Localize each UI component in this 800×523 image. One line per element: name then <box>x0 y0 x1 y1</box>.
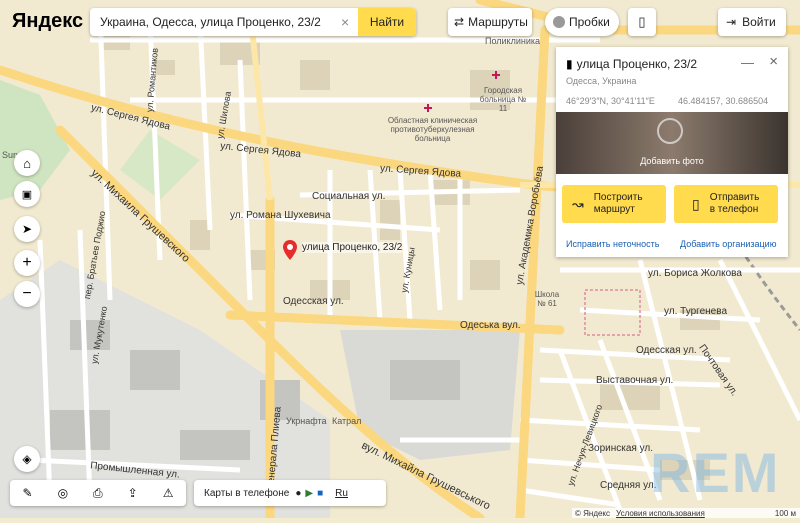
search-button[interactable]: Найти <box>358 8 416 36</box>
phone-icon: ▯ <box>692 195 700 212</box>
location-marker[interactable] <box>283 240 297 265</box>
minimize-icon[interactable]: — <box>741 55 754 70</box>
street-label: Одесская ул. <box>283 296 344 307</box>
tools-bar: ✎ ◎ ⎙ ⇪ ⚠ <box>10 480 186 506</box>
footer: © Яндекс Условия использования 100 м <box>572 508 800 518</box>
login-label: Войти <box>742 15 776 29</box>
mobile-apps-bar[interactable]: Карты в телефоне ● ▶ ■ Ru <box>194 480 386 506</box>
add-organization-link[interactable]: Добавить организацию <box>680 239 776 249</box>
street-label: Социальная ул. <box>312 191 386 202</box>
fix-inaccuracy-link[interactable]: Исправить неточность <box>566 239 659 249</box>
home-button[interactable]: ⌂ <box>14 150 40 176</box>
traffic-light-icon <box>553 16 565 28</box>
route-btn-line2: маршрут <box>593 204 635 215</box>
route-icon: ⇄ <box>454 15 465 29</box>
login-button[interactable]: ⇥ Войти <box>718 8 786 36</box>
poi-label[interactable]: Школа № 61 <box>532 290 562 308</box>
route-btn-text: Построить маршрут <box>594 192 643 216</box>
watermark: REM <box>650 441 781 504</box>
marker-pin-icon <box>283 240 297 260</box>
bag-button[interactable]: ▣ <box>14 181 40 207</box>
card-title: улица Проценко, 23/2 <box>576 57 698 71</box>
geolocation-button[interactable]: ➤ <box>14 216 40 242</box>
ruler-icon[interactable]: ✎ <box>23 486 33 500</box>
scale-label: 100 м <box>774 508 796 518</box>
send-to-phone-button[interactable]: ▯ Отправить в телефон <box>674 185 778 223</box>
marker-label: улица Проценко, 23/2 <box>302 242 403 253</box>
poi-label[interactable]: Городская больница № 11 <box>478 86 528 113</box>
traffic-button[interactable]: Пробки <box>545 8 619 36</box>
language-switch[interactable]: Ru <box>335 488 348 499</box>
photo-area[interactable]: Добавить фото <box>556 112 788 174</box>
location-arrow-icon: ➤ <box>21 222 33 236</box>
street-label: Выставочная ул. <box>596 375 674 386</box>
poi-label[interactable]: Укрнафта <box>286 416 326 426</box>
place-card: ▮ улица Проценко, 23/2 — × Одесса, Украи… <box>556 47 788 257</box>
coords-dms[interactable]: 46°29′3″N, 30°41′11″E <box>566 96 655 106</box>
coords-decimal[interactable]: 46.484157, 30.686504 <box>678 96 768 106</box>
mobile-apps-label: Карты в телефоне <box>204 487 290 499</box>
build-route-button[interactable]: ↝ Построить маршрут <box>562 185 666 223</box>
street-label: Зоринская ул. <box>588 443 654 454</box>
terms-link[interactable]: Условия использования <box>616 509 705 518</box>
briefcase-icon: ▣ <box>21 188 33 201</box>
search-bar: × Найти <box>90 8 416 36</box>
search-input[interactable] <box>98 14 337 30</box>
windows-icon: ■ <box>317 487 324 499</box>
bookmark-icon[interactable]: ▮ <box>566 57 573 71</box>
clear-icon[interactable]: × <box>341 14 355 30</box>
routes-label: Маршруты <box>468 15 528 29</box>
layers-button[interactable]: ◈ <box>14 446 40 472</box>
street-label: Одесская ул. <box>636 345 697 356</box>
copyright: © Яндекс <box>575 508 611 518</box>
layers-icon: ◈ <box>22 452 32 466</box>
bookmark-icon: ▯ <box>638 14 646 29</box>
zoom-out-button[interactable]: − <box>14 281 40 307</box>
close-icon[interactable]: × <box>769 53 778 70</box>
android-icon: ▶ <box>305 487 314 499</box>
plus-icon: + <box>22 254 32 271</box>
login-icon: ⇥ <box>726 15 737 29</box>
traffic-label: Пробки <box>569 15 610 29</box>
card-subtitle: Одесса, Украина <box>566 76 637 86</box>
add-photo-label: Добавить фото <box>640 156 704 166</box>
street-label: ул. Тургенева <box>664 306 728 317</box>
minus-icon: − <box>22 285 32 302</box>
poi-label[interactable]: Областная клиническая противотуберкулезн… <box>385 116 480 143</box>
zoom-in-button[interactable]: + <box>14 250 40 276</box>
phone-btn-line2: в телефон <box>709 204 759 215</box>
poi-label[interactable]: Катрал <box>332 416 361 426</box>
binoculars-icon[interactable]: ◎ <box>58 486 68 500</box>
route-btn-line1: Построить <box>593 192 643 203</box>
phone-btn-text: Отправить в телефон <box>710 192 760 216</box>
street-label: Одеська вул. <box>460 320 521 331</box>
print-icon[interactable]: ⎙ <box>93 486 103 501</box>
street-label: Средняя ул. <box>600 480 657 491</box>
routes-button[interactable]: ⇄ Маршруты <box>448 8 532 36</box>
share-icon[interactable]: ⇪ <box>128 486 138 500</box>
phone-btn-line1: Отправить <box>709 192 760 203</box>
home-icon: ⌂ <box>23 155 31 171</box>
poi-label[interactable]: Поликлиника <box>485 36 540 46</box>
apple-icon: ● <box>295 487 302 499</box>
camera-icon <box>657 118 683 144</box>
card-title-row: ▮ улица Проценко, 23/2 <box>566 57 697 71</box>
street-label: ул. Романа Шухевича <box>230 210 331 221</box>
yandex-logo[interactable]: Яндекс <box>12 10 83 33</box>
street-label: ул. Бориса Жолкова <box>648 268 742 279</box>
route-icon: ↝ <box>572 195 584 212</box>
warning-icon[interactable]: ⚠ <box>163 486 174 500</box>
bookmarks-button[interactable]: ▯ <box>628 8 656 36</box>
